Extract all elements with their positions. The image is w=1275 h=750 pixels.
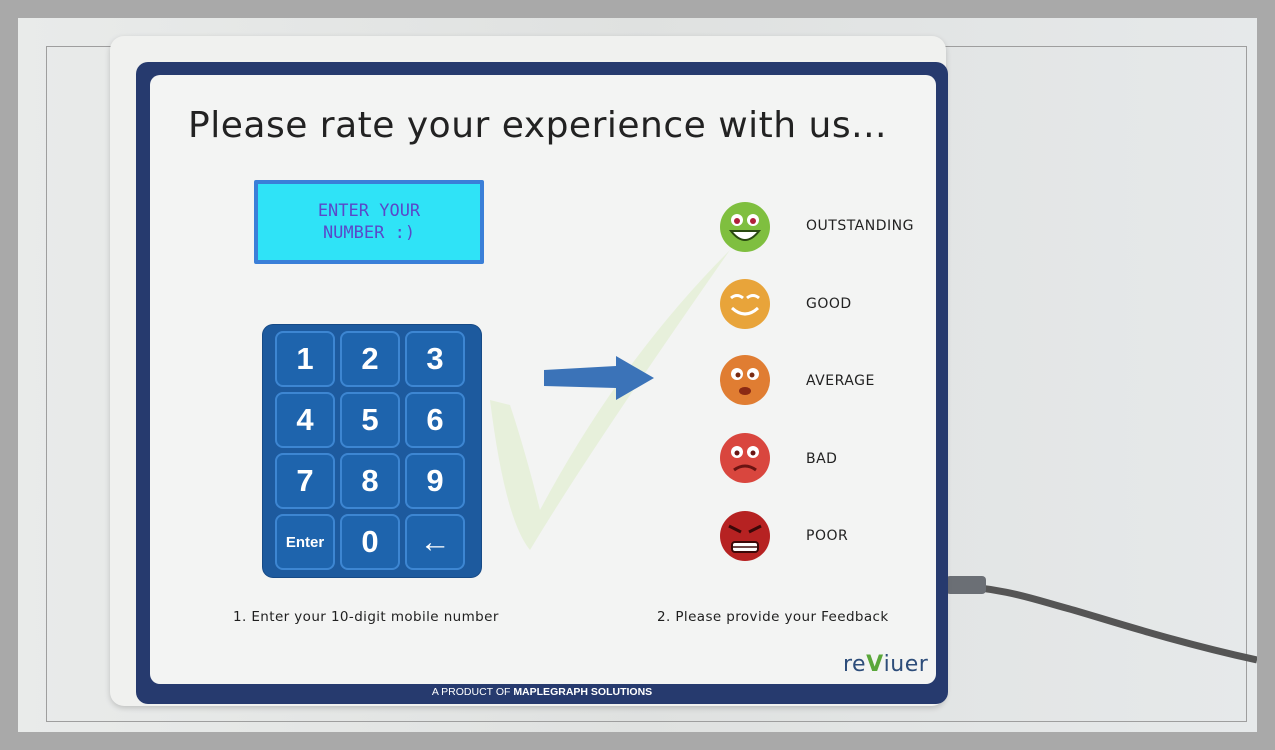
footer-prefix: A PRODUCT OF [431,686,514,698]
brand-check: V [866,652,884,677]
good-emoji-icon[interactable] [719,278,771,330]
rating-average[interactable]: AVERAGE [806,373,875,389]
rating-outstanding[interactable]: OUTSTANDING [806,218,914,234]
power-cable [946,576,1257,664]
lcd-line-2: NUMBER :) [322,223,416,243]
key-7[interactable]: 7 [275,453,335,509]
key-4[interactable]: 4 [275,392,335,448]
key-9[interactable]: 9 [405,453,465,509]
bad-emoji-icon[interactable] [719,432,771,484]
rating-poor[interactable]: POOR [806,528,848,544]
rating-bad[interactable]: BAD [806,451,837,467]
footer-company: MAPLEGRAPH SOLUTIONS [513,686,653,698]
poor-emoji-icon[interactable] [719,510,771,562]
rating-good[interactable]: GOOD [806,296,852,312]
brand-suffix: iuer [883,652,929,677]
step-1-instruction: 1. Enter your 10-digit mobile number [233,609,499,625]
enter-key[interactable]: Enter [275,514,335,570]
lcd-line-1: ENTER YOUR [317,201,421,221]
brand-prefix: re [843,652,867,677]
average-emoji-icon[interactable] [719,354,771,406]
key-8[interactable]: 8 [340,453,400,509]
step-2-instruction: 2. Please provide your Feedback [657,609,889,625]
brand-logo: reViuer [843,652,928,677]
key-0[interactable]: 0 [340,514,400,570]
key-1[interactable]: 1 [275,331,335,387]
numeric-keypad: 1 2 3 4 5 6 7 8 9 Enter 0 ← [263,325,481,577]
lcd-display: ENTER YOUR NUMBER :) [254,180,484,264]
key-3[interactable]: 3 [405,331,465,387]
outstanding-emoji-icon[interactable] [719,201,771,253]
key-6[interactable]: 6 [405,392,465,448]
page-title: Please rate your experience with us... [188,105,887,146]
key-5[interactable]: 5 [340,392,400,448]
right-arrow-icon [544,356,654,400]
key-2[interactable]: 2 [340,331,400,387]
backspace-key[interactable]: ← [405,514,465,570]
footer-credit: A PRODUCT OF MAPLEGRAPH SOLUTIONS [136,683,948,704]
